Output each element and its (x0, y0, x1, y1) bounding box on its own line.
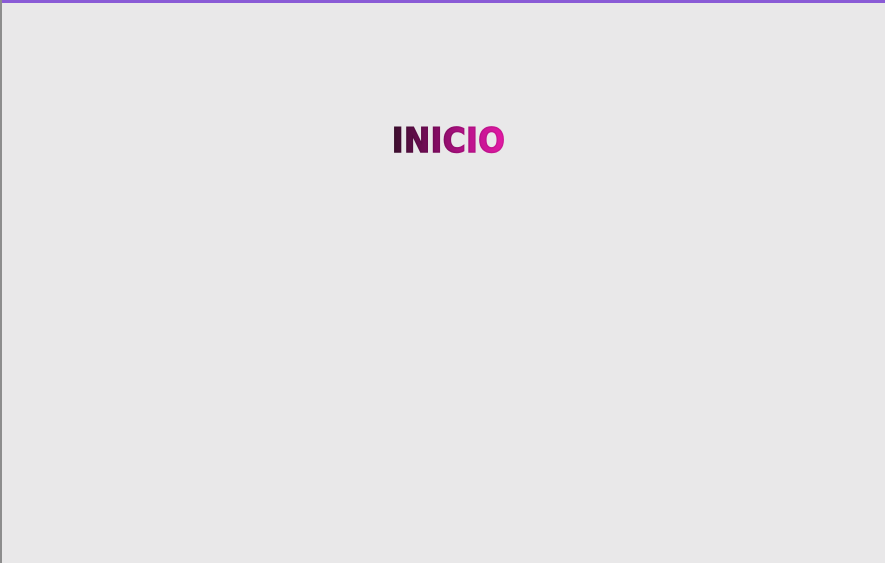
title-container: INICIO (371, 121, 526, 161)
page-title: INICIO (391, 121, 506, 161)
main-content: INICIO (2, 3, 885, 563)
